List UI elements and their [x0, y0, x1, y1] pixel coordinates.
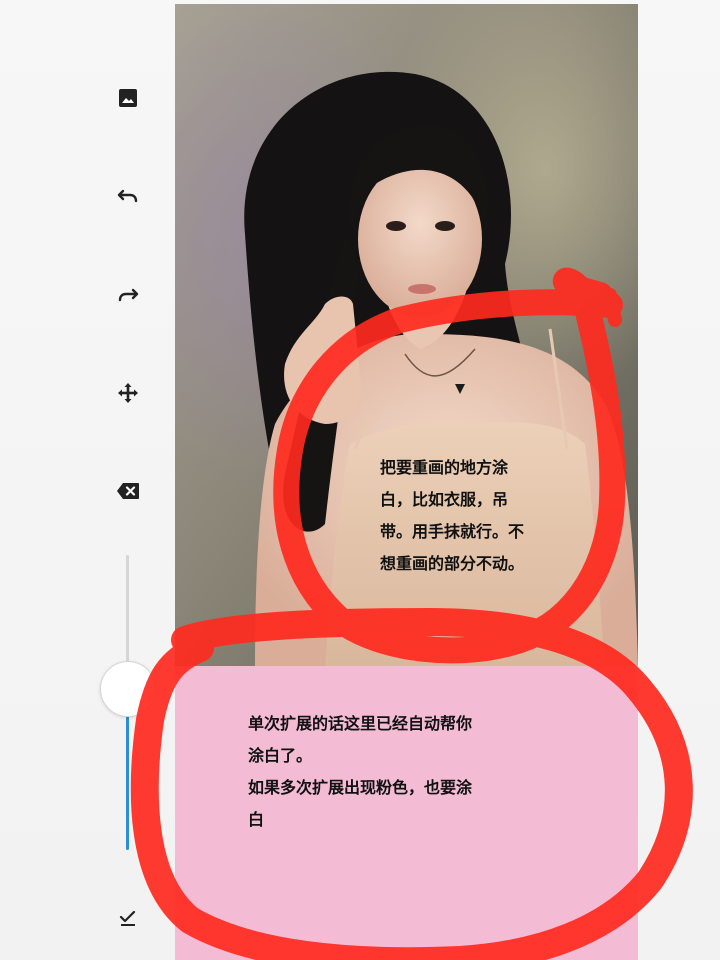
backspace-icon	[116, 482, 140, 500]
image-button[interactable]	[114, 84, 142, 112]
instruction-note-bottom: 单次扩展的话这里已经自动帮你 涂白了。 如果多次扩展出现粉色，也要涂 白	[248, 714, 473, 829]
move-icon	[117, 382, 139, 404]
image-icon	[118, 88, 138, 108]
left-toolbar	[100, 70, 156, 930]
redo-icon	[117, 287, 139, 303]
instruction-note-top: 把要重画的地方涂 白，比如衣服，吊 带。用手抹就行。不 想重画的部分不动。	[380, 458, 525, 573]
move-button[interactable]	[114, 379, 142, 407]
confirm-button[interactable]	[114, 904, 142, 932]
undo-button[interactable]	[114, 182, 142, 210]
image-editor: 把要重画的地方涂 白，比如衣服，吊 带。用手抹就行。不 想重画的部分不动。 单次…	[0, 0, 720, 960]
brush-size-slider[interactable]	[100, 555, 156, 855]
erase-button[interactable]	[114, 477, 142, 505]
undo-icon	[117, 188, 139, 204]
check-icon	[119, 909, 137, 927]
slider-thumb[interactable]	[100, 660, 156, 717]
redo-button[interactable]	[114, 281, 142, 309]
